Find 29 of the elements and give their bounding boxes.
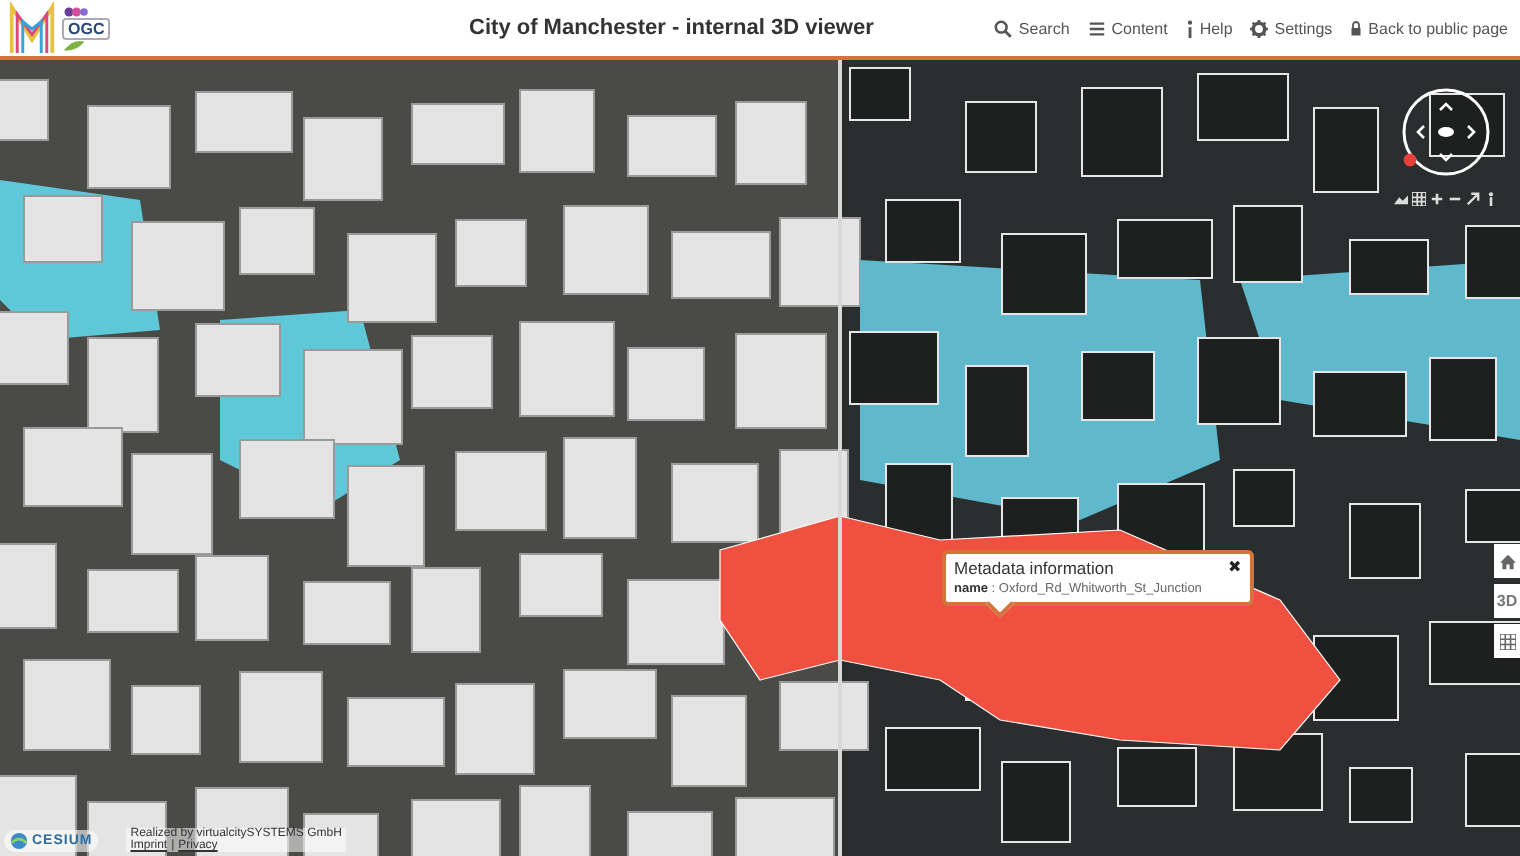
lock-icon xyxy=(1350,20,1363,36)
home-icon xyxy=(1499,553,1515,569)
zoom-out-icon[interactable] xyxy=(1448,192,1462,206)
close-button[interactable]: ✖ xyxy=(1228,560,1242,576)
ogc-logo: OGC xyxy=(62,17,111,39)
leaf-logo-icon xyxy=(62,39,86,51)
nav-link[interactable]: Help xyxy=(1185,19,1233,37)
grid-icon xyxy=(1499,633,1515,649)
survey-dots-logo-icon xyxy=(62,5,94,17)
grid-icon[interactable] xyxy=(1412,192,1426,206)
nav-link[interactable]: Search xyxy=(994,19,1070,37)
grid-view-button[interactable] xyxy=(1494,624,1520,658)
menu-icon xyxy=(1087,19,1106,37)
settings-icon xyxy=(1250,19,1269,37)
zoom-in-icon[interactable] xyxy=(1430,192,1444,206)
terrain-icon[interactable] xyxy=(1394,192,1408,206)
nav-link[interactable]: Settings xyxy=(1250,19,1333,37)
home-button[interactable] xyxy=(1494,544,1520,578)
globe-icon xyxy=(10,831,28,849)
search-icon xyxy=(994,19,1013,37)
info-icon xyxy=(1185,19,1194,37)
popup-title: Metadata information xyxy=(954,558,1114,578)
nav-link[interactable]: Back to public page xyxy=(1350,19,1508,37)
view-mode-button[interactable]: 3D xyxy=(1494,584,1520,618)
m-stripes-logo-icon xyxy=(8,1,56,55)
nav-link[interactable]: Content xyxy=(1087,19,1168,37)
navigation-compass-icon[interactable] xyxy=(1398,84,1494,180)
window-title: City of Manchester - internal 3D viewer xyxy=(467,16,876,40)
pointer-icon[interactable] xyxy=(1466,192,1480,206)
